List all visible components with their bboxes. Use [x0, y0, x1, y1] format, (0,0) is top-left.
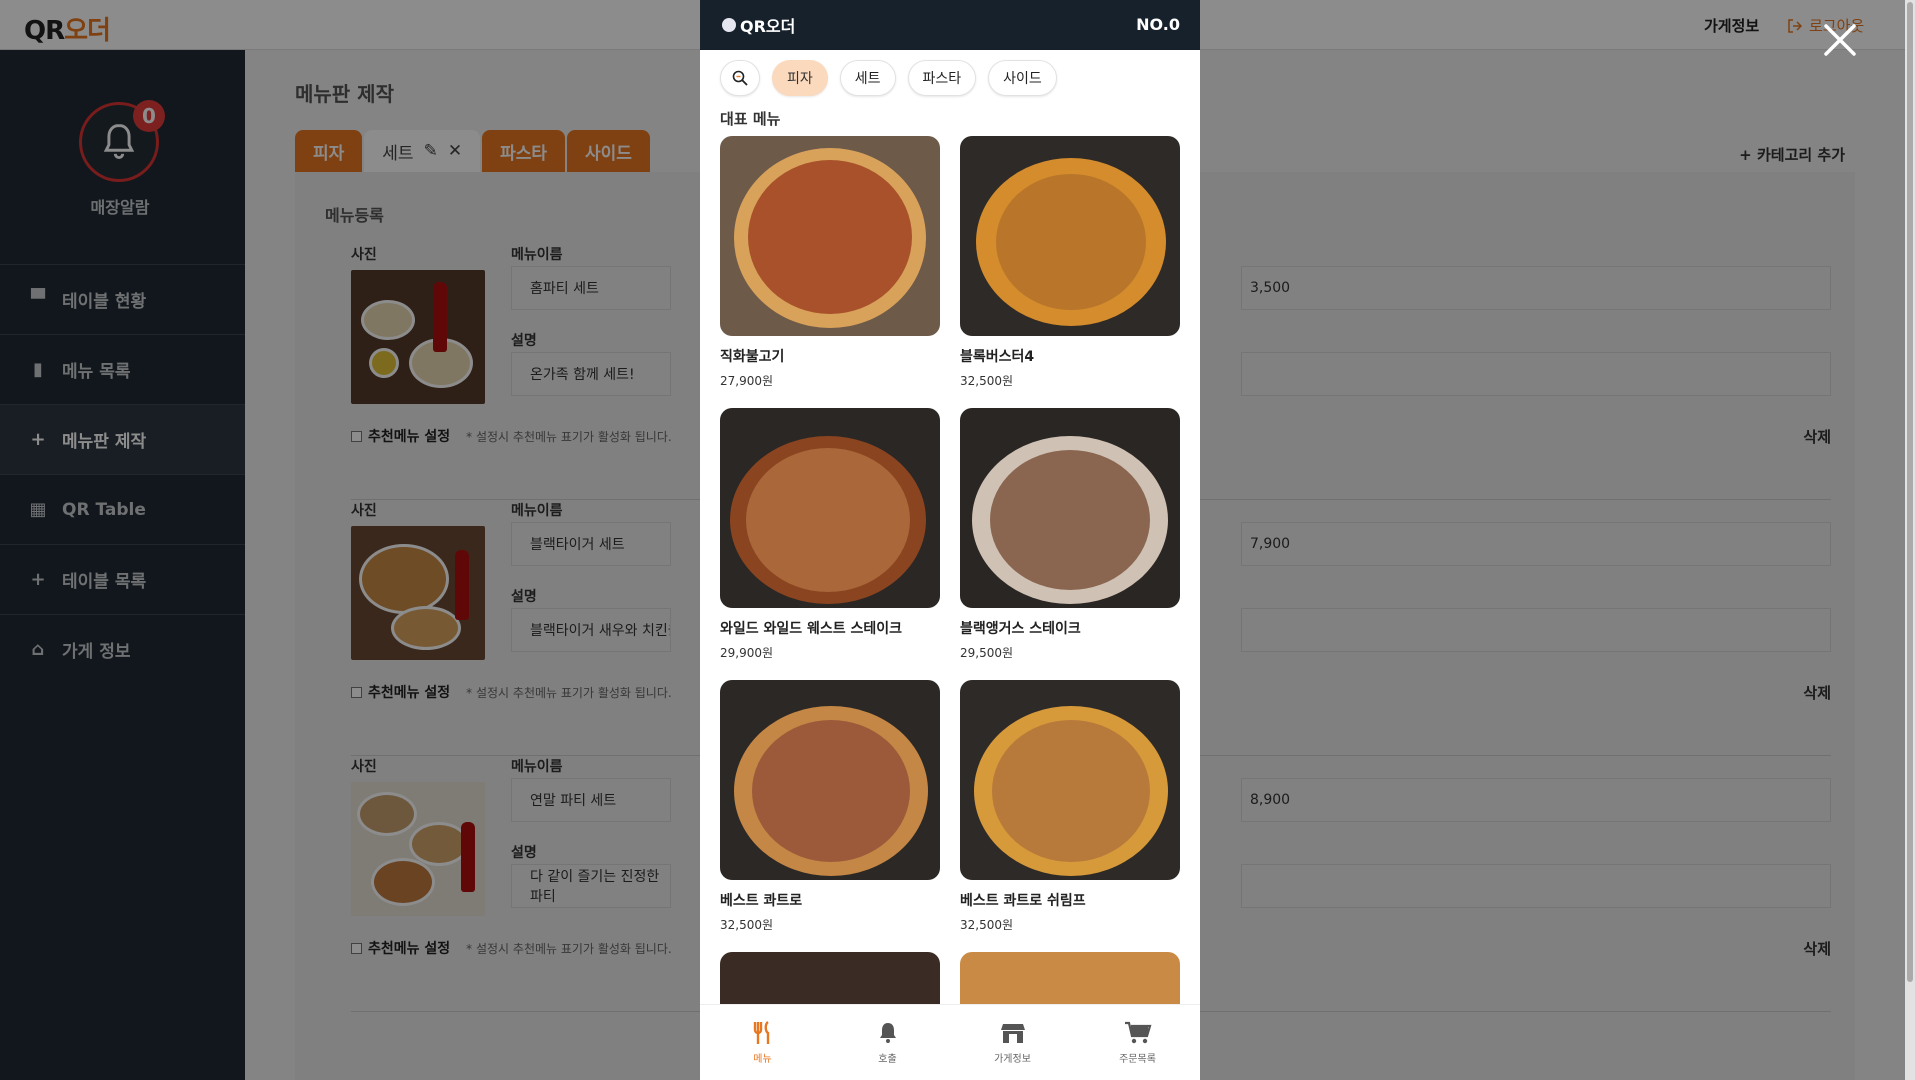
menu-card[interactable]: 직화불고기 27,900원	[720, 136, 940, 389]
fork-knife-icon	[753, 1021, 769, 1044]
nav-store-info[interactable]: 가게정보	[950, 1005, 1075, 1080]
chip-set[interactable]: 세트	[839, 60, 896, 96]
table-number: NO.0	[1136, 15, 1180, 34]
menu-card-partial[interactable]	[720, 952, 940, 1012]
menu-card-partial[interactable]	[960, 952, 1180, 1012]
menu-name: 베스트 콰트로	[720, 893, 803, 909]
pizza-topping	[990, 450, 1150, 590]
pizza-topping	[746, 448, 910, 592]
menu-name: 블랙앵거스 스테이크	[960, 621, 1081, 637]
menu-image	[720, 952, 940, 1012]
menu-card[interactable]: 블랙앵거스 스테이크 29,500원	[960, 408, 1180, 661]
pizza-topping	[748, 160, 912, 314]
preview-bottom-nav: 메뉴 호출 가게정보 주문목록	[700, 1004, 1200, 1080]
page-scrollbar[interactable]	[1905, 0, 1915, 1080]
menu-name: 베스트 콰트로 쉬림프	[960, 893, 1086, 909]
section-title: 대표 메뉴	[720, 110, 781, 128]
menu-price: 32,500원	[960, 374, 1014, 388]
search-icon	[732, 70, 748, 86]
chip-pasta[interactable]: 파스타	[907, 60, 977, 96]
close-preview-icon[interactable]	[1822, 22, 1858, 58]
menu-card[interactable]: 베스트 콰트로 쉬림프 32,500원	[960, 680, 1180, 933]
search-button[interactable]	[720, 60, 760, 96]
menu-card[interactable]: 블록버스터4 32,500원	[960, 136, 1180, 389]
chip-side[interactable]: 사이드	[988, 60, 1057, 96]
menu-image	[960, 408, 1180, 608]
pizza-topping	[992, 720, 1150, 862]
pizza-topping	[996, 174, 1146, 310]
nav-order-list[interactable]: 주문목록	[1075, 1005, 1200, 1080]
cart-icon	[1124, 1021, 1151, 1044]
chip-pizza[interactable]: 피자	[772, 60, 828, 96]
scrollbar-thumb[interactable]	[1907, 2, 1913, 982]
menu-price: 32,500원	[960, 918, 1014, 932]
menu-image	[960, 680, 1180, 880]
menu-card[interactable]: 베스트 콰트로 32,500원	[720, 680, 940, 933]
bell-icon	[879, 1023, 896, 1043]
menu-card[interactable]: 와일드 와일드 웨스트 스테이크 29,900원	[720, 408, 940, 661]
nav-menu[interactable]: 메뉴	[700, 1005, 825, 1080]
menu-preview-phone: QR오더 NO.0 피자 세트 파스타 사이드 대표 메뉴 직화불고기 27,9…	[700, 0, 1200, 1080]
menu-price: 29,500원	[960, 646, 1014, 660]
menu-name: 직화불고기	[720, 349, 785, 365]
preview-logo: QR오더	[722, 13, 795, 37]
menu-price: 29,900원	[720, 646, 774, 660]
preview-header: QR오더 NO.0	[700, 0, 1200, 50]
menu-image	[960, 952, 1180, 1012]
menu-price: 32,500원	[720, 918, 774, 932]
menu-image	[720, 408, 940, 608]
nav-call[interactable]: 호출	[825, 1005, 950, 1080]
pizza-topping	[752, 720, 910, 862]
store-icon	[1000, 1024, 1025, 1043]
menu-name: 와일드 와일드 웨스트 스테이크	[720, 621, 903, 637]
menu-image	[720, 136, 940, 336]
menu-price: 27,900원	[720, 374, 774, 388]
logo-dot-icon	[722, 18, 736, 32]
menu-name: 블록버스터4	[960, 349, 1035, 365]
menu-image	[960, 136, 1180, 336]
preview-category-chips: 피자 세트 파스타 사이드	[720, 60, 1057, 96]
menu-image	[720, 680, 940, 880]
